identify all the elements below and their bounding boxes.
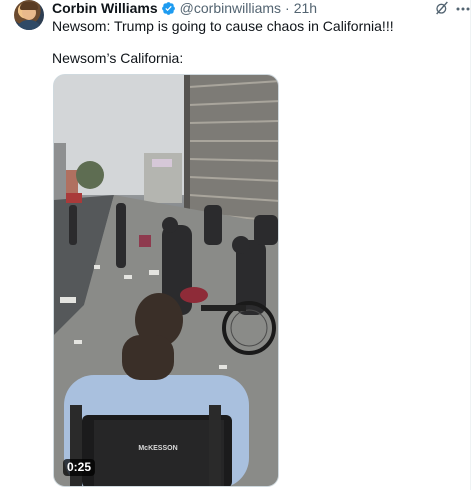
- author-name[interactable]: Corbin Williams: [52, 0, 158, 16]
- avatar[interactable]: [14, 0, 44, 30]
- tweet-text-line: Newsom: Trump is going to cause chaos in…: [52, 18, 394, 34]
- separator-dot: ·: [285, 0, 290, 16]
- timestamp[interactable]: 21h: [294, 0, 317, 16]
- tweet[interactable]: Corbin Williams @corbinwilliams · 21h Ne…: [0, 0, 471, 490]
- wheelchair-brand-label: McKESSON: [138, 445, 177, 452]
- author-handle[interactable]: @corbinwilliams: [180, 0, 281, 16]
- tweet-header: Corbin Williams @corbinwilliams · 21h: [52, 0, 317, 16]
- video-player[interactable]: McKESSON: [53, 74, 279, 487]
- more-icon[interactable]: [456, 0, 470, 16]
- tweet-text-line: Newsom’s California:: [52, 50, 184, 66]
- tweet-text: Newsom: Trump is going to cause chaos in…: [52, 18, 452, 66]
- verified-badge-icon: [161, 1, 175, 15]
- grok-icon[interactable]: [434, 0, 450, 16]
- video-frame: McKESSON: [54, 75, 278, 486]
- video-duration-badge: 0:25: [63, 459, 96, 476]
